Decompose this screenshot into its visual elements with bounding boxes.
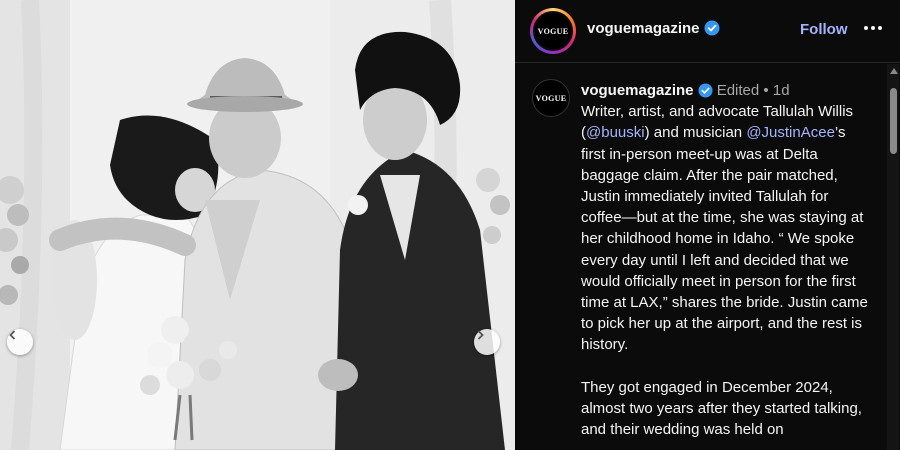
caption-username[interactable]: voguemagazine <box>581 82 694 99</box>
header-username-link[interactable]: voguemagazine <box>587 20 720 37</box>
caption-text: voguemagazine Edited • 1d Writer, artist… <box>581 80 873 440</box>
post-header: VOGUE voguemagazine Follow <box>515 0 900 63</box>
caption-comment: VOGUE voguemagazine Edited • 1d Writer, … <box>515 63 885 450</box>
post-age[interactable]: 1d <box>773 82 790 99</box>
avatar-image: VOGUE <box>533 11 573 51</box>
vogue-logo: VOGUE <box>537 26 569 36</box>
carousel-prev-button[interactable] <box>7 329 33 355</box>
caption-paragraph-2: They got engaged in December 2024, almos… <box>581 378 862 439</box>
vogue-logo: VOGUE <box>535 93 567 103</box>
instagram-post-view: VOGUE voguemagazine Follow VOGUE voguema… <box>0 0 900 450</box>
verified-badge-icon <box>704 20 720 36</box>
post-photo[interactable] <box>0 0 515 450</box>
header-username: voguemagazine <box>587 20 700 37</box>
caption-avatar[interactable]: VOGUE <box>532 79 570 117</box>
more-options-button[interactable] <box>861 16 885 40</box>
chevron-right-icon <box>477 330 484 340</box>
mention-link[interactable]: @JustinAcee <box>746 124 835 141</box>
wedding-photo-illustration <box>0 0 515 450</box>
chevron-left-icon <box>9 330 16 340</box>
scrollbar[interactable] <box>887 64 899 450</box>
scrollbar-thumb[interactable] <box>890 88 897 154</box>
meta-separator: • <box>763 82 769 99</box>
profile-avatar[interactable]: VOGUE <box>530 8 576 54</box>
mention-link[interactable]: @buuski <box>586 124 645 141</box>
edited-label: Edited <box>716 82 760 99</box>
caption-part: ) and musician <box>644 124 747 142</box>
post-side-panel: VOGUE voguemagazine Follow VOGUE voguema… <box>515 0 900 450</box>
more-horizontal-icon <box>864 26 882 30</box>
scroll-up-icon[interactable] <box>890 68 898 74</box>
carousel-next-button[interactable] <box>474 329 500 355</box>
verified-badge-icon <box>698 83 713 98</box>
follow-button[interactable]: Follow <box>800 21 848 38</box>
caption-part: ’s first in-person meet-up was at Delta … <box>581 124 868 354</box>
